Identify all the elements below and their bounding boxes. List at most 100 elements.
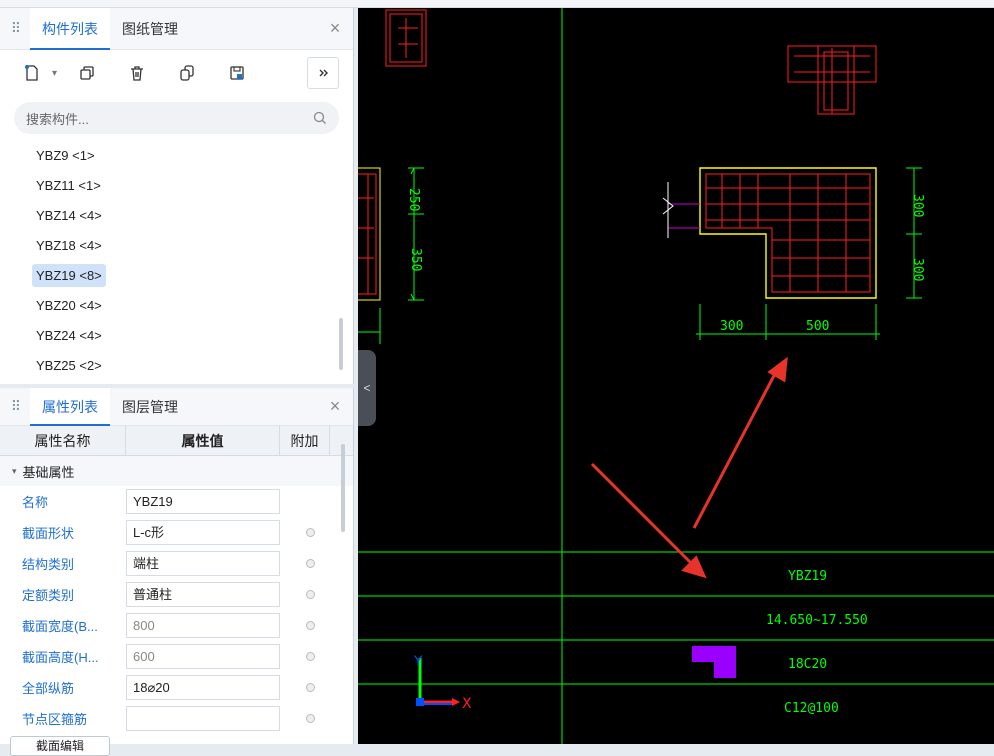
double-chevron-right-icon [319, 69, 328, 77]
caret-down-icon: ▾ [12, 465, 17, 476]
component-search-input[interactable]: 搜索构件... [14, 102, 339, 134]
list-item[interactable]: YBZ14 <4> [0, 200, 353, 230]
extra-checkbox[interactable] [305, 652, 315, 661]
list-item[interactable]: YBZ11 <1> [0, 170, 353, 200]
list-item-label: YBZ25 <2> [36, 357, 102, 373]
column-rebar [705, 173, 871, 293]
component-list: YBZ9 <1> YBZ11 <1> YBZ14 <4> YBZ18 <4> Y… [0, 140, 353, 384]
extra-checkbox[interactable] [305, 590, 315, 599]
save-component-button[interactable] [221, 57, 254, 89]
list-item[interactable]: YBZ24 <4> [0, 320, 353, 350]
group-label: 基础属性 [22, 464, 75, 480]
list-item-label: YBZ19 <8> [32, 263, 106, 287]
property-row: 节点区箍筋 [0, 703, 353, 734]
property-value-input[interactable]: 普通柱 [126, 582, 280, 607]
list-item[interactable]: YBZ9 <1> [0, 140, 353, 170]
property-row: 截面宽度(B... 800 [0, 610, 353, 641]
property-value-input[interactable]: L-c形 [126, 520, 280, 545]
list-item-selected[interactable]: YBZ19 <8> [0, 260, 353, 290]
new-component-button[interactable] [16, 57, 48, 89]
property-group-basic[interactable]: ▾ 基础属性 [0, 456, 353, 486]
list-item-label: YBZ24 <4> [36, 327, 102, 343]
dimension-label: 300 [910, 194, 925, 217]
property-value-input[interactable]: 端柱 [126, 551, 280, 576]
tab-layer-management[interactable]: 图层管理 [110, 388, 190, 426]
extra-checkbox[interactable] [305, 683, 315, 692]
property-table-header: 属性名称 属性值 附加 [0, 426, 353, 456]
component-panel-tabs: ⠿ 构件列表 图纸管理 × [0, 7, 353, 50]
property-panel-tabs: ⠿ 属性列表 图层管理 × [0, 387, 353, 426]
ucs-axis-icon: X Y [413, 654, 472, 712]
cad-drawing: 250 350 300 300 300 500 YBZ19 14.650~17.… [347, 8, 994, 744]
table-cell-elevation: 14.650~17.550 [766, 613, 868, 628]
save-icon [230, 66, 244, 80]
property-scrollbar[interactable] [341, 444, 345, 532]
list-scrollbar[interactable] [339, 318, 343, 370]
dimension-label: 250 [406, 188, 421, 211]
column-header-extra: 附加 [280, 426, 330, 455]
drag-handle-icon[interactable]: ⠿ [0, 398, 30, 415]
list-item-label: YBZ9 <1> [36, 147, 95, 163]
property-name: 定额类别 [22, 588, 75, 603]
chevron-left-icon: < [363, 381, 371, 395]
duplicate-button[interactable] [171, 57, 204, 89]
property-row: 结构类别 端柱 [0, 548, 353, 579]
property-name: 截面宽度(B... [22, 619, 98, 634]
more-button[interactable] [307, 57, 339, 89]
property-name: 名称 [22, 495, 49, 510]
rebar-detail-top-right [787, 45, 877, 115]
axis-y-label: Y [413, 654, 423, 670]
property-value-input[interactable]: 18⌀20 [126, 675, 280, 700]
extra-checkbox[interactable] [305, 621, 315, 630]
section-edit-button[interactable]: 截面编辑 [10, 736, 110, 756]
property-name: 截面形状 [22, 526, 75, 541]
close-icon[interactable]: × [317, 396, 353, 417]
list-item-label: YBZ14 <4> [36, 207, 102, 223]
dimension-label: 300 [720, 319, 743, 334]
list-item[interactable]: YBZ20 <4> [0, 290, 353, 320]
column-header-value: 属性值 [126, 426, 280, 455]
tab-property-list[interactable]: 属性列表 [30, 387, 110, 426]
property-name: 截面高度(H... [22, 650, 99, 665]
property-value-input[interactable]: YBZ19 [126, 489, 280, 514]
dimension-label: 350 [408, 248, 423, 271]
extra-checkbox[interactable] [305, 528, 315, 537]
rebar-detail-top-left [385, 9, 427, 67]
list-item[interactable]: YBZ18 <4> [0, 230, 353, 260]
list-item-label: YBZ18 <4> [36, 237, 102, 253]
dimension-right [696, 167, 922, 340]
tab-drawing-management[interactable]: 图纸管理 [110, 8, 190, 50]
property-value-input[interactable]: 600 [126, 644, 280, 669]
column-header-name: 属性名称 [0, 426, 126, 455]
list-item-label: YBZ11 <1> [36, 177, 101, 193]
drag-handle-icon[interactable]: ⠿ [0, 20, 30, 37]
close-icon[interactable]: × [317, 18, 353, 39]
cad-drawing-canvas[interactable]: 250 350 300 300 300 500 YBZ19 14.650~17.… [347, 8, 994, 744]
copy-button[interactable] [71, 57, 104, 89]
property-row: 全部纵筋 18⌀20 [0, 672, 353, 703]
list-item-label: YBZ20 <4> [36, 297, 102, 313]
list-item[interactable]: YBZ25 <2> [0, 350, 353, 380]
property-row: 截面形状 L-c形 [0, 517, 353, 548]
component-toolbar: ▾ [0, 50, 353, 96]
tab-component-list[interactable]: 构件列表 [30, 7, 110, 50]
search-placeholder: 搜索构件... [26, 111, 89, 127]
section-shape-icon [692, 646, 736, 678]
property-value-input[interactable] [126, 706, 280, 731]
chevron-down-icon[interactable]: ▾ [52, 68, 57, 79]
component-list-panel: ⠿ 构件列表 图纸管理 × ▾ 搜索构件... YBZ9 <1> YBZ11 <… [0, 7, 354, 384]
extra-checkbox[interactable] [305, 714, 315, 723]
layers-copy-icon [180, 65, 194, 81]
table-cell-name: YBZ19 [788, 569, 827, 584]
collapse-panel-button[interactable]: < [358, 350, 376, 426]
delete-button[interactable] [121, 57, 154, 89]
extra-checkbox[interactable] [305, 559, 315, 568]
property-name: 全部纵筋 [22, 681, 75, 696]
property-row: 定额类别 普通柱 [0, 579, 353, 610]
search-icon[interactable] [313, 111, 327, 125]
property-row: 名称 YBZ19 [0, 486, 353, 517]
property-value-input[interactable]: 800 [126, 613, 280, 638]
annotation-arrow [590, 356, 788, 579]
property-row: 截面高度(H... 600 [0, 641, 353, 672]
column-section-left [347, 167, 381, 301]
